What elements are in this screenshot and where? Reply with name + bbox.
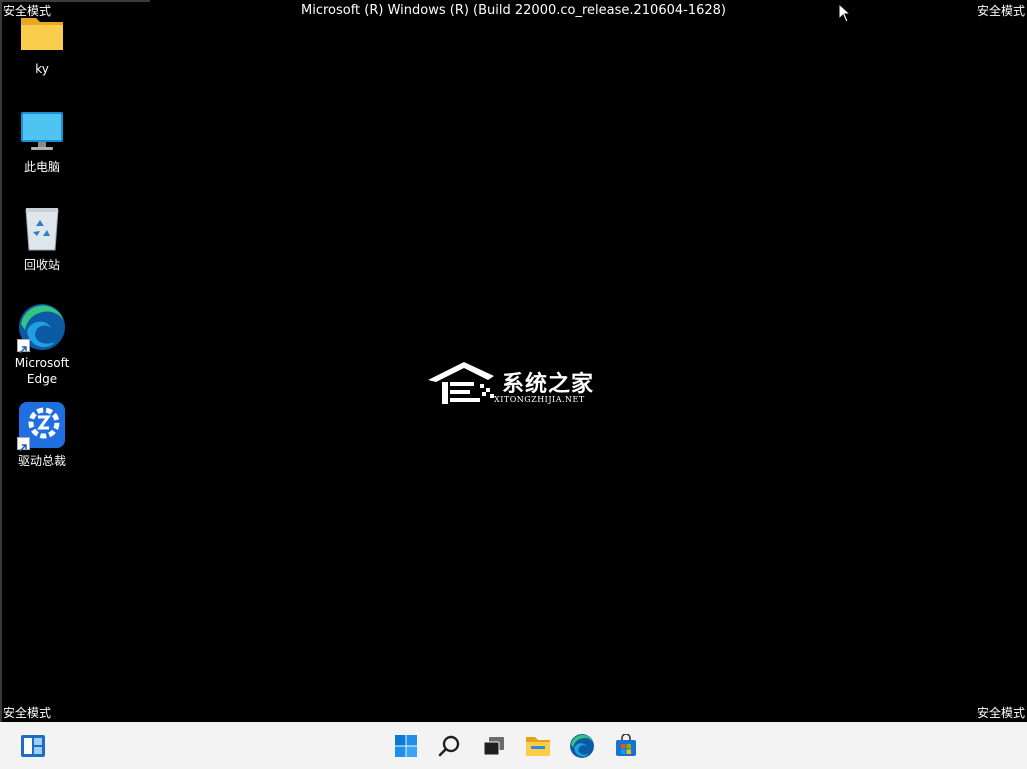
file-explorer-button[interactable]	[524, 732, 552, 760]
windows-build-title: Microsoft (R) Windows (R) (Build 22000.c…	[300, 3, 726, 18]
widgets-icon	[21, 735, 45, 757]
taskbar	[0, 722, 1027, 769]
file-explorer-icon	[526, 737, 550, 756]
watermark-english-text: XITONGZHIJIA.NET	[494, 395, 585, 404]
desktop-icon-label: 驱动总裁	[17, 454, 66, 468]
search-button[interactable]	[436, 732, 464, 760]
screen-left-border	[0, 0, 2, 722]
start-icon	[395, 735, 417, 757]
edge-taskbar-button[interactable]	[568, 732, 596, 760]
store-icon	[616, 734, 636, 756]
shortcut-arrow-icon	[17, 339, 30, 354]
desktop-icon-this-pc[interactable]: 此电脑	[4, 106, 80, 176]
edge-icon	[17, 302, 67, 354]
safe-mode-label-bottom-right: 安全模式	[976, 706, 1025, 720]
store-button[interactable]	[612, 732, 640, 760]
watermark-chinese-text: 系统之家	[502, 372, 595, 397]
desktop-icon-recycle-bin[interactable]: 回收站	[4, 204, 80, 274]
xitongzhijia-watermark-logo: 系统之家 XITONGZHIJIA.NET	[428, 358, 598, 408]
desktop-icon-label: 此电脑	[23, 160, 60, 174]
desktop-icon-label: ky	[35, 62, 49, 76]
desktop-icon-microsoft-edge[interactable]: Microsoft Edge	[4, 302, 80, 388]
screen-top-edge	[0, 0, 150, 2]
desktop-icon-label-line2: Edge	[26, 372, 58, 386]
task-view-icon	[483, 737, 504, 756]
shortcut-arrow-icon	[17, 437, 30, 452]
driver-tool-icon	[17, 400, 67, 452]
house-logo-icon	[428, 362, 494, 404]
widgets-button[interactable]	[19, 732, 47, 760]
task-view-button[interactable]	[480, 732, 508, 760]
desktop-icon-label: 回收站	[23, 258, 60, 272]
safe-mode-label-bottom-left: 安全模式	[3, 706, 52, 720]
mouse-cursor-icon	[838, 3, 852, 23]
start-button[interactable]	[392, 732, 420, 760]
desktop-icon-ky[interactable]: ky	[4, 8, 80, 78]
monitor-icon	[17, 106, 67, 156]
recycle-bin-icon	[17, 204, 67, 254]
desktop-icon-driver-tool[interactable]: 驱动总裁	[4, 400, 80, 470]
folder-icon	[17, 8, 67, 58]
edge-icon	[570, 734, 594, 758]
search-icon	[438, 735, 460, 757]
